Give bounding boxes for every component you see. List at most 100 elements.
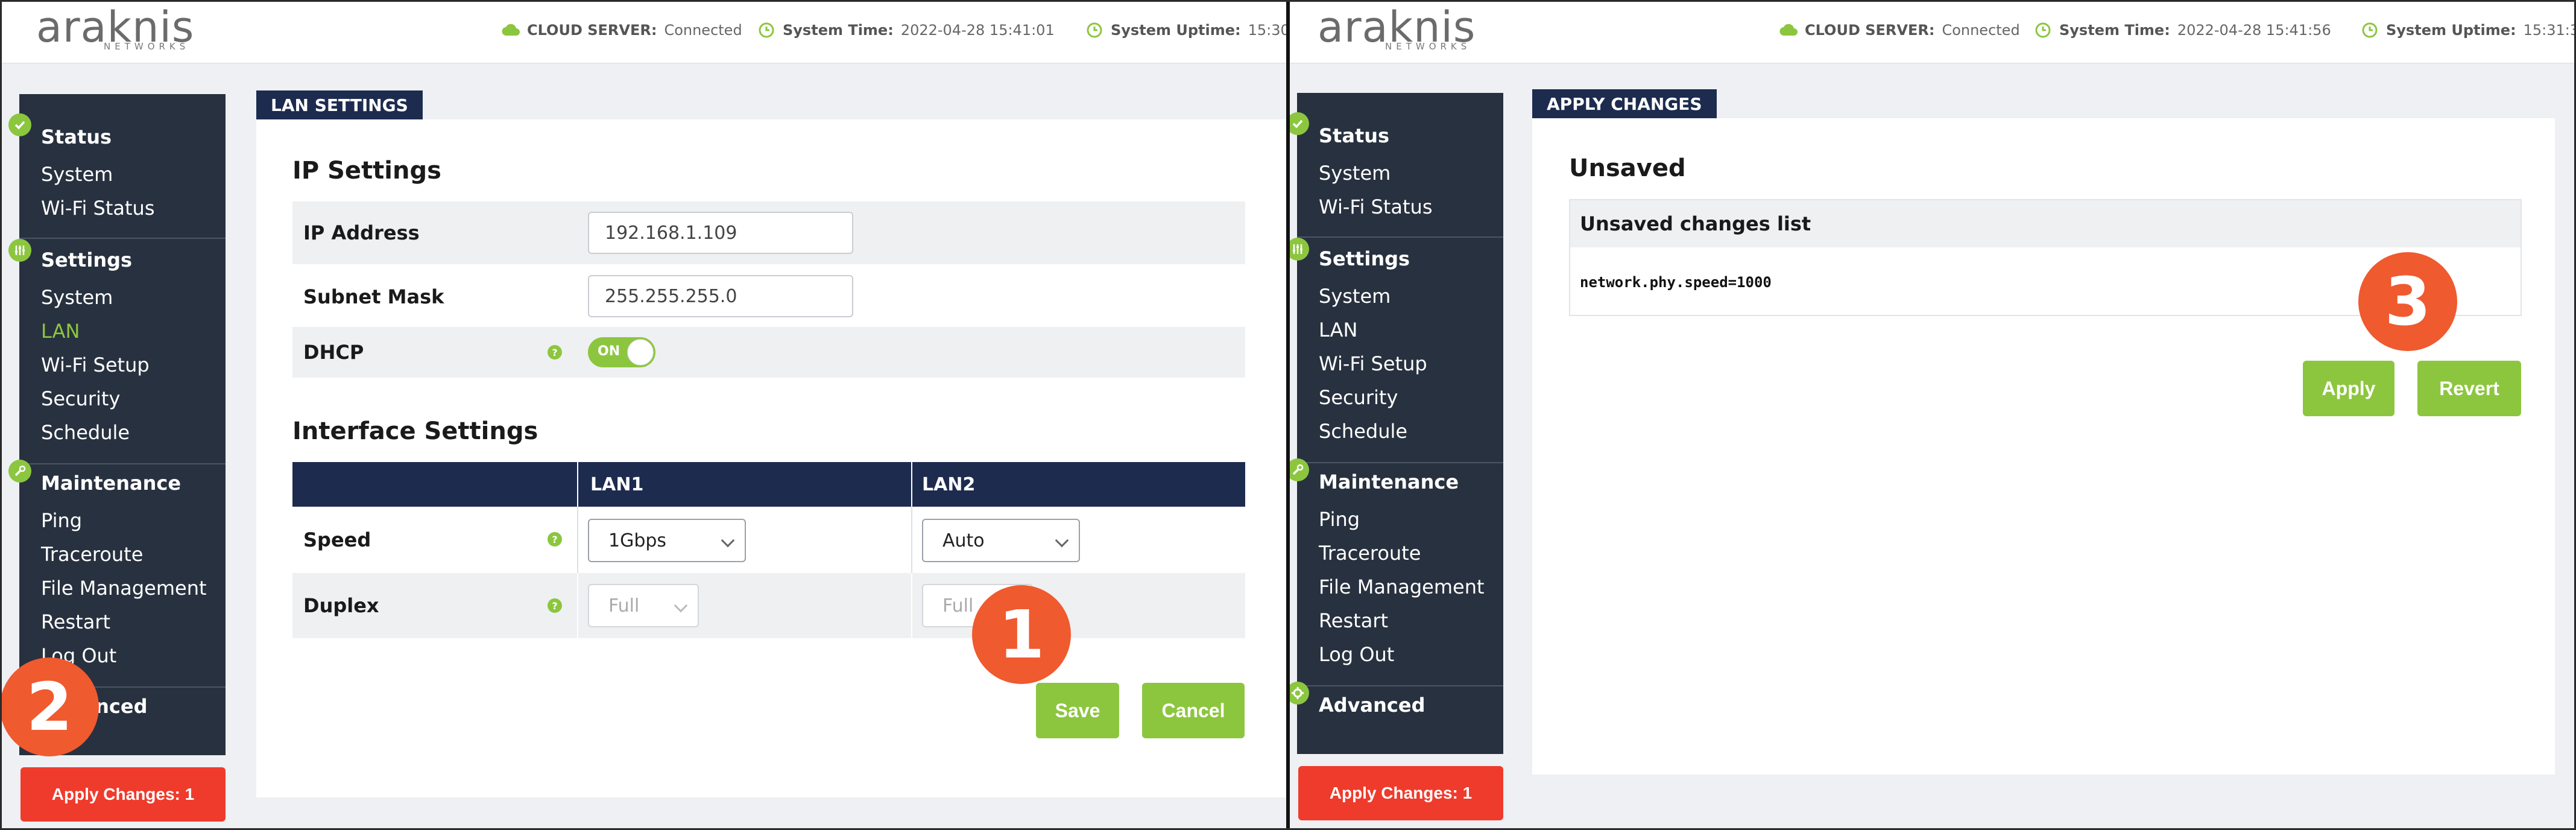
sidebar-item-lan[interactable]: LAN <box>1319 318 1357 341</box>
unsaved-heading: Unsaved <box>1569 154 1686 182</box>
uptime-label: System Uptime: <box>1111 22 1241 39</box>
sidebar-item-wifi-setup[interactable]: Wi-Fi Setup <box>1319 352 1427 375</box>
sidebar-divider <box>1297 236 1503 238</box>
sidebar-item-file-management[interactable]: File Management <box>1319 575 1485 598</box>
sidebar-item-restart[interactable]: Restart <box>1319 609 1388 632</box>
save-button[interactable]: Save <box>1036 683 1119 738</box>
question-icon[interactable]: ? <box>548 532 562 546</box>
cancel-button[interactable]: Cancel <box>1142 683 1245 738</box>
question-icon[interactable]: ? <box>548 345 562 360</box>
sidebar-maintenance-title[interactable]: Maintenance <box>1319 470 1459 493</box>
speed-row: Speed <box>292 507 1245 573</box>
question-icon[interactable]: ? <box>548 598 562 613</box>
dhcp-toggle[interactable]: ON <box>588 337 655 367</box>
dhcp-label: DHCP <box>303 341 364 364</box>
sidebar-item-schedule[interactable]: Schedule <box>1319 420 1407 443</box>
step-marker-2: 2 <box>0 657 99 756</box>
duplex-row: Duplex <box>292 573 1245 638</box>
cell-divider <box>911 507 912 573</box>
clock-icon <box>1087 22 1102 38</box>
sidebar-item-settings-system[interactable]: System <box>41 286 113 309</box>
sidebar-advanced-title[interactable]: Advanced <box>1319 694 1425 717</box>
speed-lan1-select[interactable]: 1Gbps <box>588 519 746 562</box>
sidebar-item-wifi-status[interactable]: Wi-Fi Status <box>1319 195 1432 218</box>
subnet-mask-input[interactable]: 255.255.255.0 <box>588 275 853 317</box>
speed-lan1-value: 1Gbps <box>608 530 667 551</box>
cloud-label: CLOUD SERVER: <box>527 22 657 39</box>
column-lan2: LAN2 <box>922 474 976 495</box>
duplex-lan2-value: Full <box>942 595 974 616</box>
araknis-logo[interactable]: araknis NETWORKS <box>1318 2 1475 58</box>
speed-label: Speed <box>303 528 371 551</box>
sidebar-item-log-out[interactable]: Log Out <box>1319 643 1394 666</box>
clock-icon <box>2362 22 2378 38</box>
sidebar-item-wifi-status[interactable]: Wi-Fi Status <box>41 197 154 220</box>
apply-button[interactable]: Apply <box>2303 361 2394 416</box>
sliders-icon <box>8 239 31 262</box>
top-bar: araknis NETWORKS CLOUD SERVER: Connected… <box>0 0 1286 64</box>
sidebar-settings-title[interactable]: Settings <box>1319 247 1410 270</box>
system-time: System Time: 2022-04-28 15:41:01 <box>757 22 1055 39</box>
apply-changes-tag: APPLY CHANGES <box>1532 89 1717 118</box>
sidebar-divider <box>19 463 226 464</box>
sidebar-status-title[interactable]: Status <box>1319 124 1389 147</box>
sidebar-item-ping[interactable]: Ping <box>1319 508 1360 531</box>
sidebar-item-traceroute[interactable]: Traceroute <box>41 543 143 566</box>
wrench-icon <box>1290 458 1309 481</box>
sidebar-item-lan[interactable]: LAN <box>41 320 80 343</box>
step-marker-3: 3 <box>2358 252 2457 351</box>
ip-address-label: IP Address <box>303 221 420 244</box>
ip-settings-heading: IP Settings <box>292 157 441 185</box>
araknis-logo[interactable]: araknis NETWORKS <box>36 2 194 58</box>
sidebar-settings-title[interactable]: Settings <box>41 249 132 271</box>
system-time: System Time: 2022-04-28 15:41:56 <box>2034 22 2331 39</box>
step-marker-1: 1 <box>972 585 1071 684</box>
clock-icon <box>2035 22 2051 38</box>
duplex-lan1-value: Full <box>608 595 640 616</box>
sidebar-item-restart[interactable]: Restart <box>41 610 110 633</box>
logo-tagline: NETWORKS <box>1385 41 1471 52</box>
sidebar-divider <box>1297 462 1503 463</box>
check-icon <box>8 113 31 136</box>
clock-icon <box>759 22 774 38</box>
column-divider <box>911 462 912 507</box>
column-lan1: LAN1 <box>590 474 644 495</box>
gear-icon <box>1290 682 1309 705</box>
sliders-icon <box>1290 238 1309 261</box>
cloud-label: CLOUD SERVER: <box>1805 22 1935 39</box>
lan-settings-tag: LAN SETTINGS <box>256 90 423 119</box>
sidebar-divider <box>1297 685 1503 686</box>
sidebar-maintenance-title[interactable]: Maintenance <box>41 472 181 495</box>
sidebar-item-status-system[interactable]: System <box>41 163 113 186</box>
system-uptime: System Uptime: 15:31:39 <box>2361 22 2576 39</box>
cloud-status: CLOUD SERVER: Connected <box>1779 22 2020 39</box>
revert-button[interactable]: Revert <box>2417 361 2521 416</box>
sidebar-item-security[interactable]: Security <box>41 387 120 410</box>
duplex-lan1-select: Full <box>588 584 699 627</box>
sidebar-item-ping[interactable]: Ping <box>41 509 82 532</box>
dhcp-row: DHCP <box>292 327 1245 378</box>
sidebar-item-settings-system[interactable]: System <box>1319 285 1391 308</box>
cloud-status: CLOUD SERVER: Connected <box>502 22 742 39</box>
sidebar-item-schedule[interactable]: Schedule <box>41 421 130 444</box>
sidebar-item-file-management[interactable]: File Management <box>41 577 207 600</box>
lan-settings-window: araknis NETWORKS CLOUD SERVER: Connected… <box>0 0 1286 830</box>
sidebar-divider <box>19 238 226 239</box>
chevron-down-icon <box>674 598 688 613</box>
uptime-label: System Uptime: <box>2386 22 2516 39</box>
sidebar-item-status-system[interactable]: System <box>1319 162 1391 185</box>
unsaved-change-item: network.phy.speed=1000 <box>1580 274 1772 291</box>
cell-divider <box>911 573 912 638</box>
sidebar-item-traceroute[interactable]: Traceroute <box>1319 542 1421 565</box>
sidebar-status-title[interactable]: Status <box>41 125 112 148</box>
apply-changes-button[interactable]: Apply Changes: 1 <box>1298 766 1503 820</box>
system-uptime: System Uptime: 15:30:4 <box>1085 22 1286 39</box>
apply-changes-window: araknis NETWORKS CLOUD SERVER: Connected… <box>1290 0 2576 830</box>
ip-address-input[interactable]: 192.168.1.109 <box>588 212 853 254</box>
wrench-icon <box>8 460 31 483</box>
column-divider <box>577 462 578 507</box>
speed-lan2-select[interactable]: Auto <box>922 519 1080 562</box>
sidebar-item-security[interactable]: Security <box>1319 386 1398 409</box>
apply-changes-button[interactable]: Apply Changes: 1 <box>21 767 226 822</box>
sidebar-item-wifi-setup[interactable]: Wi-Fi Setup <box>41 353 150 376</box>
